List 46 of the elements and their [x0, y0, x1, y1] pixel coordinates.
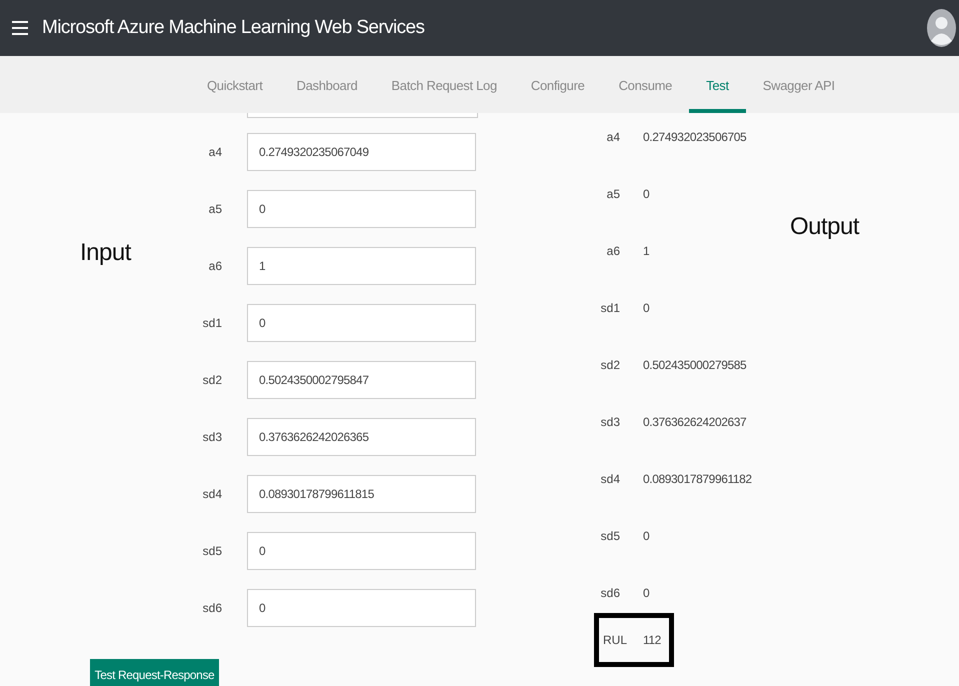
field-label: sd5 [202, 544, 222, 558]
input-heading: Input [80, 239, 131, 266]
output-value: 0.376362624202637 [643, 415, 746, 429]
input-field[interactable]: 0.5024350002795847 [247, 361, 476, 399]
output-value: 0.0893017879961182 [643, 472, 752, 486]
field-label: a6 [208, 259, 222, 273]
output-value: 0.274932023506705 [643, 130, 746, 144]
field-label: sd3 [202, 430, 222, 444]
field-label: sd1 [202, 316, 222, 330]
output-label: sd1 [600, 301, 620, 315]
input-field[interactable]: 1 [247, 247, 476, 285]
output-label: RUL [603, 633, 628, 647]
output-label: sd6 [600, 586, 620, 600]
output-heading: Output [790, 213, 860, 240]
nav-tab[interactable]: Test [689, 56, 746, 113]
app-title: Microsoft Azure Machine Learning Web Services [42, 17, 426, 39]
output-label: sd4 [600, 472, 620, 486]
input-field[interactable]: 0 [247, 589, 476, 627]
output-label: sd3 [600, 415, 620, 429]
output-value: 0 [643, 187, 650, 201]
field-label: sd4 [202, 487, 222, 501]
input-field[interactable]: 0.2749320235067049 [247, 133, 476, 171]
input-field[interactable]: 0 [247, 532, 476, 570]
output-value: 0 [643, 301, 650, 315]
output-value: 0.502435000279585 [643, 358, 746, 372]
output-label: a4 [606, 130, 620, 144]
field-label: a4 [208, 145, 222, 159]
field-label: sd2 [202, 373, 222, 387]
input-field[interactable]: 0.3763626242026365 [247, 418, 476, 456]
input-field[interactable]: 0.08930178799611815 [247, 475, 476, 513]
avatar-icon[interactable] [927, 9, 956, 47]
output-value: 0 [643, 586, 650, 600]
output-label: a5 [606, 187, 620, 201]
output-label: a6 [606, 244, 620, 258]
field-label: a5 [208, 202, 222, 216]
output-value: 0 [643, 529, 650, 543]
input-field[interactable]: 0 [247, 190, 476, 228]
output-value: 112 [643, 633, 661, 647]
input-field[interactable] [247, 113, 478, 118]
output-label: sd2 [600, 358, 620, 372]
output-value: 1 [643, 244, 650, 258]
output-label: sd5 [600, 529, 620, 543]
menu-icon[interactable] [12, 21, 28, 35]
test-request-button[interactable]: Test Request-Response [90, 659, 219, 686]
input-field[interactable]: 0 [247, 304, 476, 342]
field-label: sd6 [202, 601, 222, 615]
